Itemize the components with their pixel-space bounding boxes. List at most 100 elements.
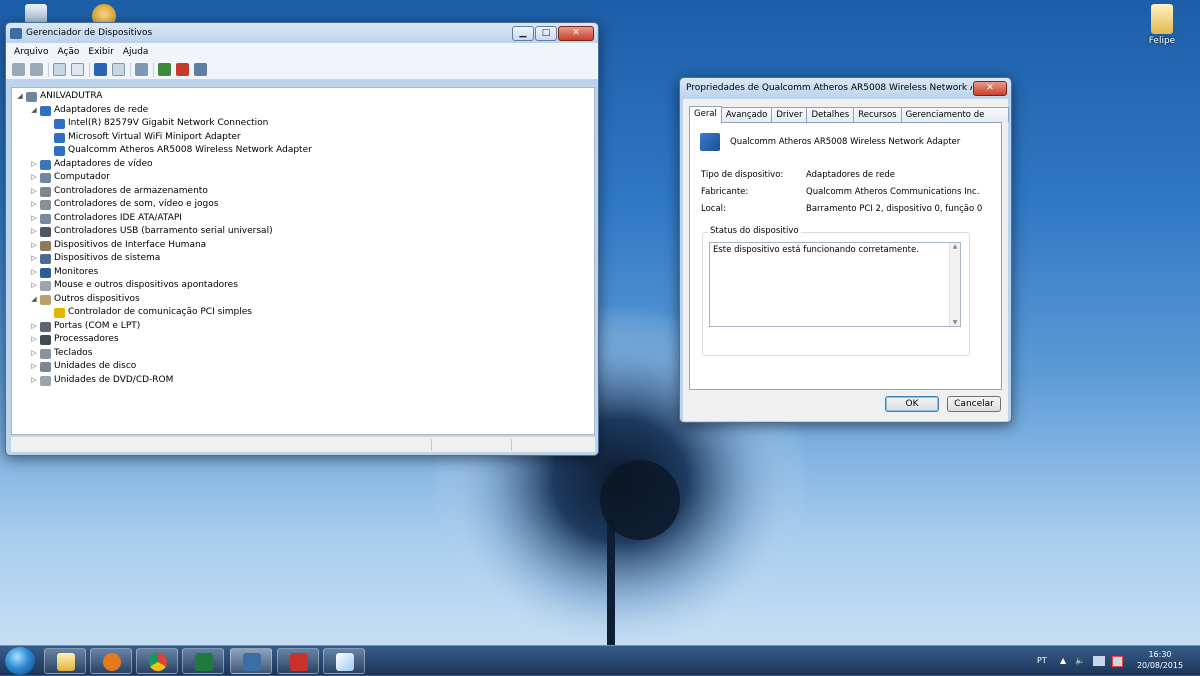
maximize-button[interactable]: □	[535, 25, 557, 41]
toolbar	[6, 60, 598, 80]
scroll-up-icon[interactable]: ▲	[950, 243, 960, 250]
scan-hardware-icon[interactable]	[135, 63, 148, 76]
help-icon[interactable]	[94, 63, 107, 76]
start-button[interactable]	[5, 647, 35, 675]
language-indicator[interactable]: PT	[1037, 646, 1047, 676]
back-arrow-icon[interactable]	[12, 63, 25, 76]
scroll-down-icon[interactable]: ▼	[950, 319, 960, 326]
expand-arrow-icon[interactable]: ▷	[30, 360, 38, 374]
tree-node[interactable]: ▷ Dispositivos de sistema	[12, 252, 594, 266]
ok-button[interactable]: OK	[885, 396, 939, 412]
dialog-close-button[interactable]: ✕	[973, 80, 1007, 96]
dialog-titlebar[interactable]: Propriedades de Qualcomm Atheros AR5008 …	[680, 78, 1011, 98]
collapse-arrow-icon[interactable]: ◢	[30, 293, 38, 307]
network-tray-icon[interactable]	[1093, 656, 1105, 666]
expand-arrow-icon[interactable]: ▷	[30, 252, 38, 266]
expand-arrow-icon[interactable]: ▷	[30, 225, 38, 239]
menu-acao[interactable]: Ação	[57, 47, 79, 57]
expand-arrow-icon[interactable]: ▷	[30, 320, 38, 334]
tree-node[interactable]: ▷ Unidades de disco	[12, 360, 594, 374]
taskbar-chrome[interactable]	[136, 648, 178, 674]
tree-node[interactable]: Microsoft Virtual WiFi Miniport Adapter	[12, 131, 594, 145]
tree-node[interactable]: ▷ Controladores USB (barramento serial un…	[12, 225, 594, 239]
tree-node[interactable]: ▷ Unidades de DVD/CD-ROM	[12, 374, 594, 388]
forward-arrow-icon[interactable]	[30, 63, 43, 76]
tree-node-label: Unidades de disco	[54, 361, 137, 371]
device-manager-icon	[10, 27, 22, 39]
tab-driver[interactable]: Driver	[771, 107, 808, 122]
collapse-arrow-icon[interactable]: ◢	[16, 90, 24, 104]
tree-node[interactable]: ◢ ANILVADUTRA	[12, 90, 594, 104]
expand-arrow-icon[interactable]: ▷	[30, 185, 38, 199]
tab-gerenciamento-energia[interactable]: Gerenciamento de Energia	[900, 107, 1009, 134]
action-center-icon[interactable]	[1112, 656, 1123, 667]
tree-node-label: Controladores USB (barramento serial uni…	[54, 226, 273, 236]
expand-arrow-icon[interactable]: ▷	[30, 212, 38, 226]
minimize-button[interactable]: ▁	[512, 25, 534, 41]
disable-device-icon[interactable]	[194, 63, 207, 76]
field-value-fabricante: Qualcomm Atheros Communications Inc.	[806, 187, 980, 197]
status-textbox[interactable]: Este dispositivo está funcionando corret…	[709, 242, 961, 327]
taskbar-toolbox[interactable]	[277, 648, 319, 674]
device-manager-titlebar[interactable]: Gerenciador de Dispositivos ▁ □ ✕	[6, 23, 598, 43]
tree-node[interactable]: ▷ Teclados	[12, 347, 594, 361]
update-driver-icon[interactable]	[158, 63, 171, 76]
tab-recursos[interactable]: Recursos	[853, 107, 902, 122]
tree-node[interactable]: ▷ Portas (COM e LPT)	[12, 320, 594, 334]
expand-arrow-icon[interactable]: ▷	[30, 279, 38, 293]
tree-node[interactable]: Intel(R) 82579V Gigabit Network Connecti…	[12, 117, 594, 131]
monitor-icon	[40, 267, 51, 278]
device-manager-icon	[243, 653, 261, 671]
properties-icon[interactable]	[71, 63, 84, 76]
clock[interactable]: 16:30 20/08/2015	[1135, 649, 1185, 671]
tree-node[interactable]: ▷ Dispositivos de Interface Humana	[12, 239, 594, 253]
view-list-icon[interactable]	[53, 63, 66, 76]
dialog-title: Propriedades de Qualcomm Atheros AR5008 …	[686, 83, 972, 93]
taskbar-paint[interactable]	[323, 648, 365, 674]
taskbar-media-player[interactable]	[90, 648, 132, 674]
tree-node[interactable]: ▷ Computador	[12, 171, 594, 185]
menu-arquivo[interactable]: Arquivo	[14, 47, 48, 57]
tree-node[interactable]: ▷ Monitores	[12, 266, 594, 280]
taskbar-excel[interactable]	[182, 648, 224, 674]
tree-node[interactable]: Qualcomm Atheros AR5008 Wireless Network…	[12, 144, 594, 158]
collapse-arrow-icon[interactable]: ◢	[30, 104, 38, 118]
tree-node[interactable]: ▷ Processadores	[12, 333, 594, 347]
close-button[interactable]: ✕	[558, 25, 594, 41]
taskbar-device-manager[interactable]	[230, 648, 272, 674]
tree-node[interactable]: ▷ Adaptadores de vídeo	[12, 158, 594, 172]
show-hidden-icon[interactable]	[112, 63, 125, 76]
expand-arrow-icon[interactable]: ▷	[30, 347, 38, 361]
menu-exibir[interactable]: Exibir	[88, 47, 113, 57]
menu-ajuda[interactable]: Ajuda	[123, 47, 149, 57]
cancel-button[interactable]: Cancelar	[947, 396, 1001, 412]
network-icon	[54, 132, 65, 143]
tab-geral[interactable]: Geral	[689, 106, 722, 123]
expand-arrow-icon[interactable]: ▷	[30, 374, 38, 388]
tree-node[interactable]: ◢ Outros dispositivos	[12, 293, 594, 307]
unknown-device-icon	[40, 294, 51, 305]
status-scrollbar[interactable]: ▲ ▼	[949, 243, 960, 326]
tab-detalhes[interactable]: Detalhes	[806, 107, 855, 122]
tree-node[interactable]: ▷ Controladores IDE ATA/ATAPI	[12, 212, 594, 226]
tree-node[interactable]: Controlador de comunicação PCI simples	[12, 306, 594, 320]
tab-avancado[interactable]: Avançado	[720, 107, 773, 122]
uninstall-icon[interactable]	[176, 63, 189, 76]
tree-node[interactable]: ▷ Mouse e outros dispositivos apontadores	[12, 279, 594, 293]
desktop-icon-label: Felipe	[1148, 36, 1176, 46]
device-tree[interactable]: ◢ ANILVADUTRA ◢ Adaptadores de rede Intel(R)…	[11, 87, 595, 435]
desktop-icon-felipe[interactable]: Felipe	[1140, 4, 1184, 46]
device-name: Qualcomm Atheros AR5008 Wireless Network…	[730, 137, 961, 147]
expand-arrow-icon[interactable]: ▷	[30, 266, 38, 280]
show-hidden-icons-chevron-icon[interactable]: ▲	[1060, 646, 1066, 676]
expand-arrow-icon[interactable]: ▷	[30, 239, 38, 253]
expand-arrow-icon[interactable]: ▷	[30, 198, 38, 212]
volume-icon[interactable]: 🔈	[1075, 646, 1085, 676]
tree-node[interactable]: ▷ Controladores de som, vídeo e jogos	[12, 198, 594, 212]
taskbar-explorer[interactable]	[44, 648, 86, 674]
expand-arrow-icon[interactable]: ▷	[30, 158, 38, 172]
expand-arrow-icon[interactable]: ▷	[30, 333, 38, 347]
tree-node[interactable]: ◢ Adaptadores de rede	[12, 104, 594, 118]
expand-arrow-icon[interactable]: ▷	[30, 171, 38, 185]
tree-node[interactable]: ▷ Controladores de armazenamento	[12, 185, 594, 199]
